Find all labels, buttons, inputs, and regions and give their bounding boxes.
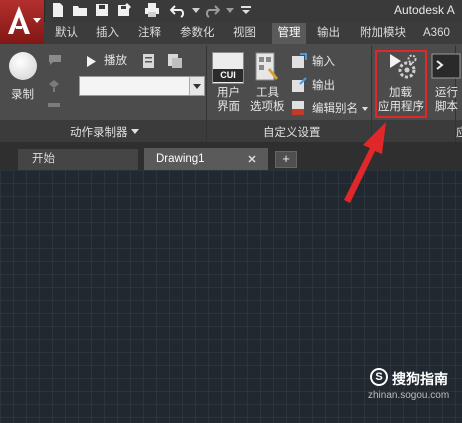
watermark-text: 搜狗指南 [392, 371, 448, 387]
cui-icon[interactable]: CUI [212, 52, 244, 84]
sogou-logo-icon: S [370, 368, 388, 386]
record-button[interactable] [9, 52, 37, 80]
tool-palettes-label-line1[interactable]: 工具 [256, 86, 279, 100]
panel-separator [206, 46, 207, 142]
panel-title-applications: 应 [456, 127, 462, 139]
file-tab-drawing1-label: Drawing1 [156, 153, 205, 165]
tab-insert[interactable]: 插入 [96, 24, 119, 42]
user-input-icon[interactable] [48, 79, 60, 93]
cui-icon-text: CUI [213, 69, 243, 82]
chevron-down-icon [33, 18, 41, 23]
tool-palettes-icon[interactable] [254, 52, 280, 82]
open-icon[interactable] [72, 2, 88, 18]
edit-alias-label[interactable]: 编辑别名 [312, 102, 358, 116]
highlight-box [375, 50, 427, 118]
import-label[interactable]: 输入 [312, 55, 335, 69]
window-title: Autodesk A [394, 3, 455, 17]
edit-alias-icon[interactable] [291, 100, 307, 116]
panel-title-action-recorder[interactable]: 动作录制器 [70, 124, 128, 140]
application-menu-button[interactable] [0, 0, 45, 46]
run-script-label-line1[interactable]: 运行 [435, 86, 458, 100]
user-interface-label-line1[interactable]: 用户 [217, 86, 240, 100]
run-script-icon[interactable] [431, 52, 461, 80]
tab-annotate[interactable]: 注释 [138, 24, 161, 42]
tab-addins[interactable]: 附加模块 [360, 24, 406, 42]
saveas-icon[interactable] [116, 2, 132, 18]
tab-view[interactable]: 视图 [233, 24, 256, 42]
play-label[interactable]: 播放 [104, 54, 127, 68]
undo-dropdown-icon[interactable] [188, 2, 204, 18]
play-icon[interactable] [86, 56, 96, 67]
file-tab-start-label: 开始 [32, 153, 55, 165]
export-icon[interactable] [291, 77, 307, 93]
watermark-url: zhinan.sogou.com [368, 390, 450, 401]
close-icon[interactable] [248, 155, 256, 163]
tab-parametric[interactable]: 参数化 [180, 24, 215, 42]
import-icon[interactable] [291, 53, 307, 69]
undo-icon[interactable] [170, 2, 186, 18]
redo-dropdown-icon[interactable] [222, 2, 238, 18]
chevron-down-icon[interactable] [131, 129, 139, 134]
print-icon[interactable] [144, 2, 160, 18]
tool-palettes-label-line2[interactable]: 选项板 [250, 100, 285, 114]
chevron-down-icon [193, 84, 201, 89]
tab-a360[interactable]: A360 [423, 24, 450, 42]
file-tab-start[interactable]: 开始 [18, 149, 138, 170]
base-point-icon[interactable] [48, 101, 60, 109]
chevron-down-icon[interactable] [362, 107, 368, 111]
annotation-arrow-icon [344, 122, 386, 203]
record-label: 录制 [11, 89, 34, 101]
panel-title-customization: 自定义设置 [263, 127, 321, 139]
message-icon[interactable] [48, 54, 62, 66]
tab-output[interactable]: 输出 [317, 24, 340, 42]
save-icon[interactable] [94, 2, 110, 18]
file-tab-drawing1[interactable]: Drawing1 [144, 148, 268, 170]
macro-select-dropdown[interactable] [79, 76, 205, 96]
redo-icon[interactable] [204, 2, 220, 18]
new-tab-button[interactable]: + [275, 151, 297, 168]
autocad-logo-icon [8, 6, 30, 34]
export-label[interactable]: 输出 [312, 79, 335, 93]
tab-default[interactable]: 默认 [55, 24, 78, 42]
preference-icon[interactable] [142, 53, 156, 69]
tab-manage[interactable]: 管理 [272, 23, 306, 44]
user-interface-label-line2[interactable]: 界面 [217, 100, 240, 114]
new-icon[interactable] [50, 2, 66, 18]
run-script-label-line2[interactable]: 脚本 [435, 100, 458, 114]
manage-macros-icon[interactable] [167, 53, 183, 69]
qat-customize-icon[interactable] [238, 2, 254, 18]
